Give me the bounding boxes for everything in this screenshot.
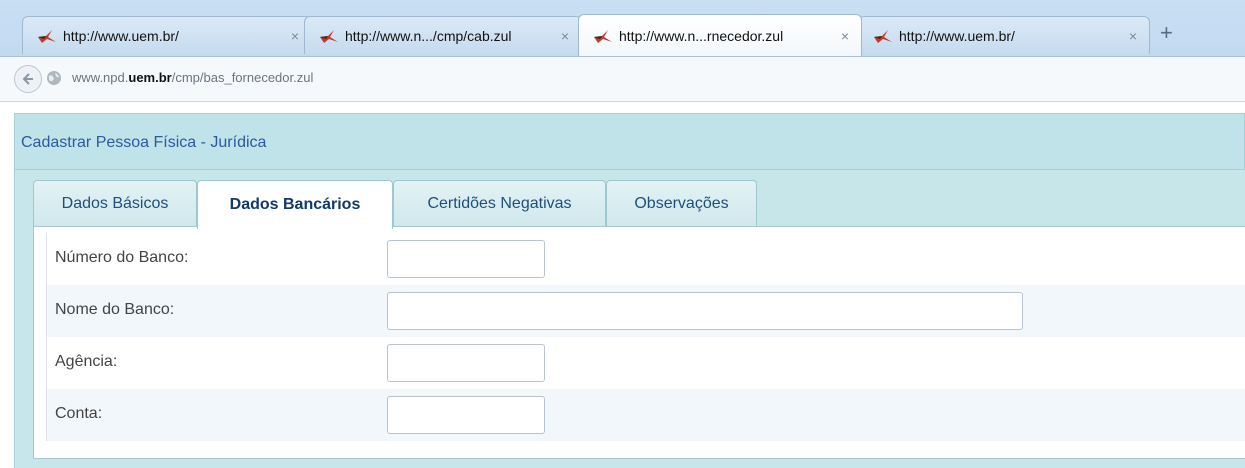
close-icon[interactable]: × <box>841 28 849 44</box>
agencia-input[interactable] <box>387 344 545 382</box>
form-row-numero-banco: Número do Banco: <box>46 233 1245 285</box>
nome-banco-input[interactable] <box>387 292 1023 330</box>
tab-observacoes[interactable]: Observações <box>606 180 757 227</box>
globe-icon <box>46 70 62 91</box>
numero-banco-input[interactable] <box>387 240 545 278</box>
tab-label: Dados Bancários <box>229 196 361 213</box>
browser-tab[interactable]: http://www.uem.br/ × <box>858 16 1150 54</box>
back-button[interactable] <box>14 65 42 93</box>
url-text[interactable]: www.npd.uem.br/cmp/bas_fornecedor.zul <box>72 70 313 85</box>
browser-tab-title: http://www.n.../cmp/cab.zul <box>345 27 512 44</box>
page-title: Cadastrar Pessoa Física - Jurídica <box>21 134 267 151</box>
browser-tab-title: http://www.uem.br/ <box>63 27 179 44</box>
site-favicon-icon <box>37 27 57 45</box>
form-row-conta: Conta: <box>46 389 1245 441</box>
field-label: Nome do Banco: <box>55 301 175 318</box>
tab-dados-basicos[interactable]: Dados Básicos <box>33 180 197 227</box>
browser-tab[interactable]: http://www.uem.br/ × <box>22 16 312 54</box>
browser-tab-title: http://www.uem.br/ <box>899 27 1015 44</box>
site-favicon-icon <box>873 27 893 45</box>
url-prefix: www.npd. <box>72 70 129 85</box>
tab-label: Observações <box>634 195 729 212</box>
tab-panel-dados-bancarios: Número do Banco: Nome do Banco: Agência:… <box>33 226 1245 459</box>
tabs-container: Dados Básicos Dados Bancários Certidões … <box>14 170 1245 468</box>
browser-chrome: http://www.uem.br/ × http://www.n.../cmp… <box>0 0 1245 102</box>
tab-dados-bancarios[interactable]: Dados Bancários <box>197 180 393 229</box>
browser-tab-title: http://www.n...rnecedor.zul <box>619 27 784 44</box>
tab-certidoes-negativas[interactable]: Certidões Negativas <box>393 180 606 227</box>
field-label: Conta: <box>55 405 103 422</box>
url-domain: uem.br <box>128 70 172 85</box>
new-tab-button[interactable]: + <box>1160 20 1173 46</box>
site-favicon-icon <box>593 27 613 45</box>
url-path: /cmp/bas_fornecedor.zul <box>171 70 314 85</box>
back-arrow-icon <box>22 73 33 85</box>
app-window: Cadastrar Pessoa Física - Jurídica Dados… <box>14 113 1245 468</box>
address-bar[interactable]: www.npd.uem.br/cmp/bas_fornecedor.zul <box>0 56 1245 102</box>
form-row-agencia: Agência: <box>46 337 1245 389</box>
close-icon[interactable]: × <box>561 28 569 44</box>
close-icon[interactable]: × <box>291 28 299 44</box>
conta-input[interactable] <box>387 396 545 434</box>
browser-tab-active[interactable]: http://www.n...rnecedor.zul × <box>578 14 862 56</box>
browser-tab[interactable]: http://www.n.../cmp/cab.zul × <box>304 16 582 54</box>
form-row-nome-banco: Nome do Banco: <box>46 285 1245 337</box>
app-header: Cadastrar Pessoa Física - Jurídica <box>14 113 1245 170</box>
field-label: Agência: <box>55 353 118 370</box>
tab-label: Dados Básicos <box>61 195 169 212</box>
tab-label: Certidões Negativas <box>427 195 572 212</box>
field-label: Número do Banco: <box>55 249 189 266</box>
site-favicon-icon <box>319 27 339 45</box>
close-icon[interactable]: × <box>1129 28 1137 44</box>
